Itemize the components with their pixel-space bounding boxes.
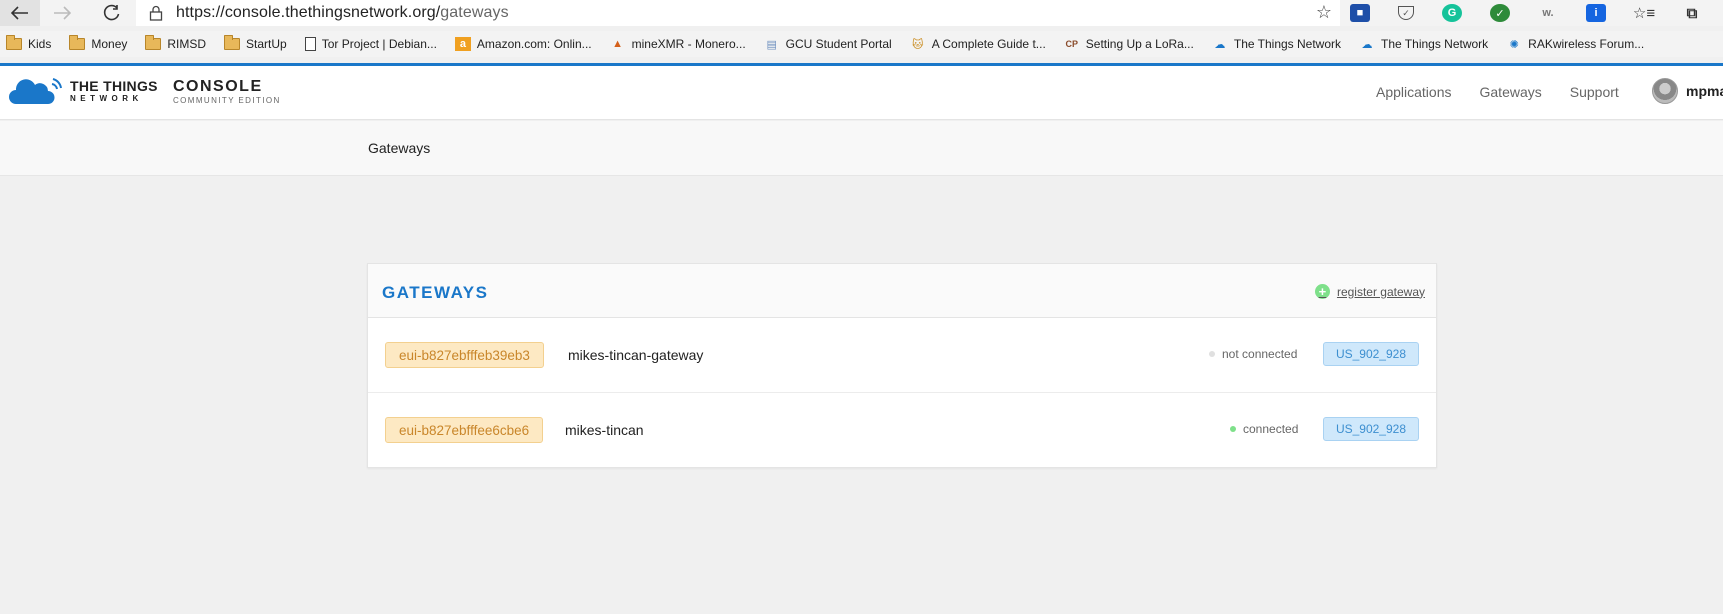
console-title: CONSOLE COMMUNITY EDITION xyxy=(173,78,281,105)
frequency-plan-badge: US_902_928 xyxy=(1322,342,1419,366)
register-gateway-link[interactable]: + register gateway xyxy=(1314,284,1425,299)
amazon-icon: a xyxy=(454,37,471,51)
extensions-area: ■ ✓ G ✓ w. i ☆≡ ⧉ xyxy=(1350,0,1702,26)
refresh-icon xyxy=(103,4,120,21)
rak-icon: ✺ xyxy=(1509,38,1519,51)
cat-icon: 🐱 xyxy=(911,38,924,51)
nav-applications[interactable]: Applications xyxy=(1376,84,1452,100)
gateway-eui-badge: eui-b827ebfffeb39eb3 xyxy=(385,342,544,368)
logo-line1: THE THINGS xyxy=(70,78,158,94)
doc-icon: ▤ xyxy=(766,38,777,51)
bookmark-kids[interactable]: Kids xyxy=(6,35,51,51)
folder-icon xyxy=(145,35,162,51)
gateway-name: mikes-tincan-gateway xyxy=(568,347,704,363)
bookmark-ttn-1[interactable]: ☁ The Things Network xyxy=(1212,37,1341,51)
frequency-plan-badge: US_902_928 xyxy=(1322,417,1419,441)
mountain-icon: ▲ xyxy=(612,38,624,50)
gateway-eui-badge: eui-b827ebfffee6cbe6 xyxy=(385,417,544,443)
gateway-status: connected xyxy=(1230,422,1298,436)
gateway-name: mikes-tincan xyxy=(565,422,644,438)
gateway-row[interactable]: eui-b827ebfffeb39eb3 mikes-tincan-gatewa… xyxy=(368,318,1436,393)
plus-icon: + xyxy=(1314,284,1330,299)
bookmark-money[interactable]: Money xyxy=(69,35,127,51)
status-dot-icon xyxy=(1209,351,1215,357)
status-dot-icon xyxy=(1230,426,1236,432)
back-button[interactable] xyxy=(0,0,40,26)
logo-line2: NETWORK xyxy=(70,94,143,103)
card-title: GATEWAYS xyxy=(382,283,489,302)
address-bar[interactable]: https://console.thethingsnetwork.org/gat… xyxy=(136,0,1340,26)
folder-icon xyxy=(224,35,241,51)
breadcrumb: Gateways xyxy=(368,140,431,156)
bookmark-minexmr[interactable]: ▲ mineXMR - Monero... xyxy=(610,37,745,51)
gateway-row[interactable]: eui-b827ebfffee6cbe6 mikes-tincan connec… xyxy=(368,393,1436,468)
url-text: https://console.thethingsnetwork.org/gat… xyxy=(176,4,509,21)
forward-arrow-icon xyxy=(54,6,71,20)
app-header: THE THINGS NETWORK CONSOLE COMMUNITY EDI… xyxy=(0,66,1723,120)
gateway-status: not connected xyxy=(1209,347,1297,361)
page-icon xyxy=(304,37,316,51)
bookmarks-bar: Kids Money RIMSD StartUp Tor Project | D… xyxy=(0,31,1723,57)
lock-icon xyxy=(136,5,176,21)
bookmark-gcu-portal[interactable]: ▤ GCU Student Portal xyxy=(764,37,891,51)
user-menu[interactable]: mpma xyxy=(1652,78,1723,104)
avatar xyxy=(1652,78,1678,104)
top-nav: Applications Gateways Support xyxy=(1376,84,1647,100)
bookmark-startup[interactable]: StartUp xyxy=(224,35,287,51)
collections-icon[interactable]: ⧉ xyxy=(1682,4,1702,22)
wikiwand-icon[interactable]: w. xyxy=(1538,4,1558,22)
bookmark-ttn-2[interactable]: ☁ The Things Network xyxy=(1359,37,1489,51)
gateways-card: GATEWAYS + register gateway eui-b827ebff… xyxy=(367,263,1437,468)
ttn-icon: ☁ xyxy=(1214,38,1226,51)
pocket-icon[interactable]: ✓ xyxy=(1398,6,1414,20)
breadcrumb-bar: Gateways xyxy=(0,121,1723,176)
ttn-cloud-icon xyxy=(9,78,62,104)
forward-button[interactable] xyxy=(42,0,82,26)
nav-gateways[interactable]: Gateways xyxy=(1480,84,1542,100)
card-header: GATEWAYS + register gateway xyxy=(368,264,1436,318)
browser-toolbar: https://console.thethingsnetwork.org/gat… xyxy=(0,0,1723,26)
username: mpma xyxy=(1686,83,1723,99)
ttn-logo[interactable]: THE THINGS NETWORK xyxy=(8,76,158,106)
bookmark-complete-guide[interactable]: 🐱 A Complete Guide t... xyxy=(910,37,1046,51)
info-icon[interactable]: i xyxy=(1586,4,1606,22)
favorites-list-icon[interactable]: ☆≡ xyxy=(1633,4,1655,22)
check-icon[interactable]: ✓ xyxy=(1490,4,1510,22)
nav-support[interactable]: Support xyxy=(1570,84,1619,100)
ttn-icon: ☁ xyxy=(1361,38,1373,51)
ublock-icon[interactable]: ■ xyxy=(1350,4,1370,22)
bookmark-tor-project[interactable]: Tor Project | Debian... xyxy=(304,37,437,51)
cp-icon: CP xyxy=(1065,39,1079,49)
back-arrow-icon xyxy=(11,6,28,20)
grammarly-icon[interactable]: G xyxy=(1442,4,1462,22)
bookmark-rimsd[interactable]: RIMSD xyxy=(145,35,206,51)
folder-icon xyxy=(69,35,86,51)
bookmark-lora-setup[interactable]: CP Setting Up a LoRa... xyxy=(1064,37,1194,51)
folder-icon xyxy=(6,35,22,51)
refresh-button[interactable] xyxy=(92,0,132,26)
favorite-star-icon[interactable]: ☆ xyxy=(1316,2,1332,23)
bookmark-rakwireless[interactable]: ✺ RAKwireless Forum... xyxy=(1506,37,1645,51)
bookmark-amazon[interactable]: a Amazon.com: Onlin... xyxy=(454,37,592,51)
